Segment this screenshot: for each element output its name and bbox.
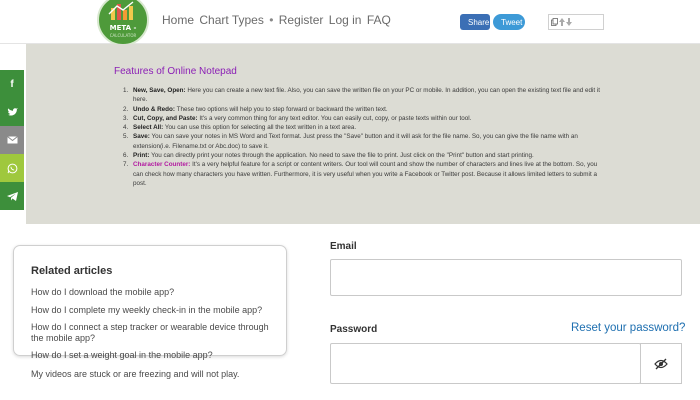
facebook-share-label: Share	[468, 17, 490, 27]
password-field[interactable]	[330, 343, 641, 384]
feature-title: Undo & Redo:	[133, 105, 175, 113]
related-link-download-app[interactable]: How do I download the mobile app?	[31, 287, 174, 298]
feature-title: New, Save, Open:	[133, 87, 186, 94]
feature-number: 7.	[123, 161, 129, 169]
related-link-videos-stuck[interactable]: My videos are stuck or are freezing and …	[31, 369, 239, 380]
logo-text: META -	[109, 24, 137, 32]
feature-item: 6. Print: You can directly print your not…	[123, 151, 608, 160]
facebook-share-button[interactable]: f Share	[460, 14, 490, 30]
email-field[interactable]	[330, 259, 682, 296]
top-search-box[interactable]	[548, 14, 604, 30]
password-label: Password	[330, 324, 378, 335]
whatsapp-icon	[7, 163, 17, 173]
telegram-icon	[6, 191, 18, 201]
feature-title: Character Counter:	[133, 161, 191, 169]
feature-text: You can use this option for selecting al…	[163, 124, 357, 132]
logo-chart-icon	[108, 1, 134, 20]
eye-slash-icon	[654, 358, 668, 369]
email-icon	[6, 136, 18, 144]
related-link-weekly-checkin[interactable]: How do I complete my weekly check-in in …	[31, 305, 262, 316]
notepad-features-section: Features of Online Notepad 1. New, Save, …	[26, 44, 700, 224]
feature-number: 3.	[123, 114, 129, 122]
feature-title: Print:	[133, 152, 150, 160]
feature-number: 5.	[123, 133, 129, 141]
feature-text: It's a very common thing for any text ed…	[197, 114, 472, 122]
feature-text: You can directly print your notes throug…	[149, 152, 534, 160]
nav-separator: •	[269, 13, 274, 27]
feature-title: Cut, Copy, and Paste:	[133, 114, 198, 122]
feature-text: It's a very helpful feature for a script…	[133, 161, 598, 187]
twitter-share-label: Tweet	[501, 17, 523, 27]
nav-login[interactable]: Log in	[329, 13, 362, 27]
related-link-weight-goal[interactable]: How do I set a weight goal in the mobile…	[31, 350, 213, 361]
sidebar-telegram-button[interactable]	[0, 182, 24, 210]
feature-item: 3. Cut, Copy, and Paste: It's a very comm…	[123, 114, 608, 123]
social-sidebar: f	[0, 70, 24, 210]
sidebar-facebook-button[interactable]: f	[0, 70, 24, 98]
features-heading: Features of Online Notepad	[114, 66, 237, 77]
features-list: 1. New, Save, Open: Here you can create a…	[123, 86, 608, 188]
email-label: Email	[330, 241, 357, 252]
logo-subtext: CALCULATOR	[109, 33, 137, 38]
sidebar-email-button[interactable]	[0, 126, 24, 154]
related-articles-heading: Related articles	[31, 265, 113, 277]
top-navbar: META - CALCULATOR Home Chart Types • Reg…	[0, 0, 700, 46]
site-logo[interactable]: META - CALCULATOR	[97, 0, 149, 46]
feature-text: You can save your notes in MS Word and T…	[133, 133, 578, 150]
arrow-up-icon	[559, 18, 565, 26]
related-link-step-tracker[interactable]: How do I connect a step tracker or weara…	[31, 322, 281, 344]
facebook-icon: f	[10, 78, 14, 90]
sidebar-whatsapp-button[interactable]	[0, 154, 24, 182]
feature-number: 2.	[123, 105, 129, 113]
main-nav: Home Chart Types • Register Log in FAQ	[162, 13, 393, 27]
feature-title: Select All:	[133, 124, 164, 132]
feature-text: These two options will help you to step …	[174, 105, 388, 113]
feature-item: 2. Undo & Redo: These two options will he…	[123, 105, 608, 114]
reset-password-link[interactable]: Reset your password?	[571, 322, 685, 334]
nav-home[interactable]: Home	[162, 13, 194, 27]
feature-item: 1. New, Save, Open: Here you can create a…	[123, 86, 608, 105]
feature-item: 5. Save: You can save your notes in MS Wo…	[123, 132, 608, 151]
feature-number: 1.	[123, 87, 129, 94]
copy-icon	[551, 18, 558, 26]
feature-text: Here you can create a new text file. Als…	[133, 87, 601, 104]
feature-item: 4. Select All: You can use this option fo…	[123, 123, 608, 132]
nav-faq[interactable]: FAQ	[367, 13, 391, 27]
password-visibility-toggle[interactable]	[640, 343, 682, 384]
feature-number: 4.	[123, 124, 129, 132]
feature-title: Save:	[133, 133, 150, 141]
nav-register[interactable]: Register	[279, 13, 324, 27]
twitter-share-button[interactable]: Tweet	[493, 14, 525, 30]
page: META - CALCULATOR Home Chart Types • Reg…	[0, 0, 700, 400]
feature-number: 6.	[123, 152, 129, 160]
nav-chart-types[interactable]: Chart Types	[199, 13, 263, 27]
twitter-icon	[7, 107, 18, 116]
feature-item: 7. Character Counter: It's a very helpful…	[123, 160, 608, 188]
sidebar-twitter-button[interactable]	[0, 98, 24, 126]
arrow-down-icon	[566, 18, 572, 26]
